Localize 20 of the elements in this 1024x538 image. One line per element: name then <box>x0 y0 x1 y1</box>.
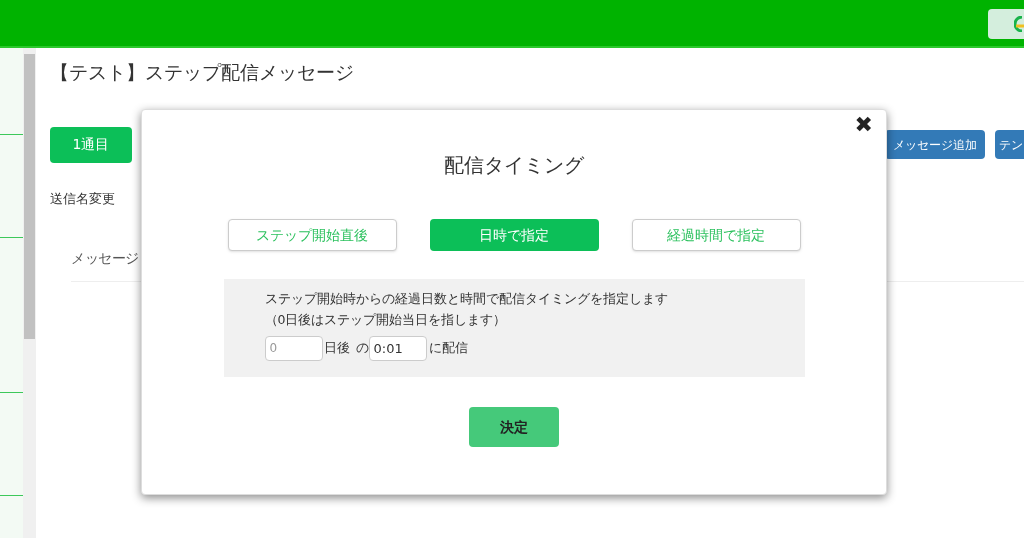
submit-button[interactable]: 決定 <box>469 407 559 447</box>
scrollbar[interactable] <box>23 48 36 538</box>
days-label: 日後 <box>323 338 350 357</box>
message-tab[interactable]: 1通目 <box>50 126 132 163</box>
dialog-title: 配信タイミング <box>444 152 584 179</box>
account-button[interactable] <box>988 9 1024 39</box>
note: （0日後はステップ開始当日を指します） <box>264 310 508 329</box>
description: ステップ開始時からの経過日数と時間で配信タイミングを指定します <box>264 290 669 308</box>
action-button[interactable]: メッセージ追加 <box>885 130 985 159</box>
ring-icon <box>1014 16 1024 32</box>
page-title: 【テスト】ステップ配信メッセージ <box>50 60 355 85</box>
close-button[interactable]: ✖ <box>854 114 873 136</box>
action-button[interactable]: テン <box>995 130 1024 159</box>
days-field[interactable]: 0 <box>264 335 323 361</box>
of-label: の <box>355 338 369 357</box>
timing-option[interactable]: ステップ開始直後 <box>227 219 397 251</box>
timing-option[interactable]: 経過時間で指定 <box>631 219 801 251</box>
suffix-label: に配信 <box>428 338 468 357</box>
timing-option[interactable]: 日時で指定 <box>429 219 599 251</box>
time-field[interactable]: 0:01 <box>368 335 427 361</box>
